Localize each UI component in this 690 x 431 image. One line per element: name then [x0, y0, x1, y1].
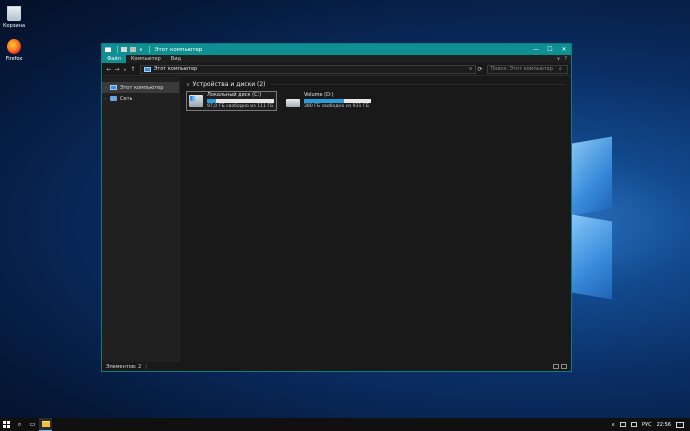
group-title: Устройства и диски (2) [192, 81, 266, 88]
notifications-icon[interactable] [676, 421, 684, 428]
volume-icon[interactable] [631, 422, 638, 427]
recent-locations-button[interactable]: ∨ [121, 67, 129, 72]
large-icons-view-icon[interactable] [561, 364, 567, 369]
drive-usage-fill [304, 99, 344, 103]
details-view-icon[interactable] [553, 364, 559, 369]
window-title: Этот компьютер [154, 46, 203, 53]
desktop-icon-firefox[interactable]: Firefox [0, 39, 28, 62]
drive-free-space: 380 ГБ свободно из 931 ГБ [304, 104, 369, 109]
group-header-devices[interactable]: ∨ Устройства и диски (2) [186, 80, 565, 89]
title-bar[interactable]: ∨ Этот компьютер — ☐ ✕ [102, 44, 571, 55]
network-icon[interactable] [620, 422, 627, 427]
address-bar[interactable]: Этот компьютер ∨ [139, 64, 476, 74]
task-view-icon: ▭ [29, 421, 36, 428]
taskbar-explorer-button[interactable] [39, 418, 52, 431]
group-divider [270, 84, 565, 85]
qat-dropdown-icon[interactable]: ∨ [139, 47, 143, 53]
properties-icon[interactable] [121, 47, 127, 52]
window-body: › Этот компьютер › Сеть ∨ Устройства и д… [102, 77, 571, 362]
windows-icon [3, 421, 10, 428]
file-explorer-icon [41, 421, 50, 427]
language-indicator[interactable]: РУС [642, 422, 652, 428]
drive-item-c[interactable]: Локальный диск (C:) 97,0 ГБ свободно из … [186, 91, 277, 111]
status-bar: Элементов: 2 | [102, 362, 571, 371]
up-button[interactable]: ↑ [129, 66, 137, 73]
tab-file[interactable]: Файл [102, 55, 126, 63]
system-tray: ∧ РУС 22:56 [611, 421, 690, 428]
start-button[interactable] [0, 418, 13, 431]
address-path: Этот компьютер [153, 66, 198, 72]
drive-icon [286, 98, 300, 107]
close-button[interactable]: ✕ [557, 44, 571, 55]
ribbon-expand-icon[interactable]: ∨ [557, 56, 561, 62]
new-folder-icon[interactable] [130, 47, 136, 52]
navigation-bar: ← → ∨ ↑ Этот компьютер ∨ ⟳ Поиск: Этот к… [102, 63, 571, 76]
drives-list: Локальный диск (C:) 97,0 ГБ свободно из … [186, 91, 565, 111]
wallpaper-logo-lower [572, 214, 612, 300]
minimize-button[interactable]: — [529, 44, 543, 55]
computer-icon [110, 85, 117, 90]
search-placeholder: Поиск: Этот компьютер [490, 66, 554, 72]
tab-computer[interactable]: Компьютер [126, 55, 166, 63]
explorer-window: ∨ Этот компьютер — ☐ ✕ Файл Компьютер Ви… [101, 43, 572, 372]
computer-icon [105, 47, 111, 52]
system-drive-icon [189, 95, 203, 107]
network-icon [110, 96, 117, 101]
navigation-pane: › Этот компьютер › Сеть [102, 77, 180, 362]
drive-usage-bar [304, 99, 371, 103]
desktop-icon-label: Firefox [5, 56, 23, 62]
drive-free-space: 97,0 ГБ свободно из 111 ГБ [207, 104, 274, 109]
tray-overflow-icon[interactable]: ∧ [611, 422, 615, 428]
drive-name: Volume (D:) [304, 92, 334, 98]
items-count: Элементов: 2 [106, 363, 142, 370]
clock[interactable]: 22:56 [657, 422, 671, 428]
forward-button[interactable]: → [113, 66, 121, 73]
help-icon[interactable]: ? [564, 56, 567, 62]
sidebar-item-label: Этот компьютер [120, 84, 164, 91]
search-input[interactable]: Поиск: Этот компьютер ⌕ [486, 64, 569, 74]
task-view-button[interactable]: ▭ [26, 418, 39, 431]
computer-icon [143, 66, 151, 72]
drive-usage-bar [207, 99, 274, 103]
title-separator [148, 46, 150, 53]
sidebar-item-network[interactable]: › Сеть [102, 93, 179, 104]
address-dropdown-icon[interactable]: ∨ [467, 66, 475, 72]
ribbon-tabs: Файл Компьютер Вид ∨ ? [102, 55, 571, 63]
sidebar-item-label: Сеть [120, 95, 133, 102]
search-icon: ⌕ [17, 420, 22, 428]
firefox-icon [7, 39, 21, 54]
qat-separator [117, 46, 118, 53]
drive-item-d[interactable]: Volume (D:) 380 ГБ свободно из 931 ГБ [283, 91, 374, 111]
maximize-button[interactable]: ☐ [543, 44, 557, 55]
window-controls: — ☐ ✕ [529, 44, 571, 55]
sidebar-item-this-pc[interactable]: › Этот компьютер [102, 82, 179, 93]
wallpaper-logo-upper [572, 136, 612, 216]
back-button[interactable]: ← [105, 66, 113, 73]
recycle-bin-icon [7, 6, 21, 21]
taskbar: ⌕ ▭ ∧ РУС 22:56 [0, 418, 690, 431]
drive-usage-fill [207, 99, 216, 103]
search-icon: ⌕ [559, 66, 562, 72]
desktop-icon-label: Корзина [2, 23, 26, 29]
desktop-icon-recycle-bin[interactable]: Корзина [0, 6, 28, 29]
tab-view[interactable]: Вид [166, 55, 186, 63]
content-pane: ∨ Устройства и диски (2) Локальный диск … [180, 77, 571, 362]
refresh-button[interactable]: ⟳ [476, 66, 485, 73]
chevron-down-icon[interactable]: ∨ [186, 82, 190, 88]
status-separator: | [145, 363, 147, 370]
drive-name: Локальный диск (C:) [207, 92, 262, 98]
search-button[interactable]: ⌕ [13, 418, 26, 431]
